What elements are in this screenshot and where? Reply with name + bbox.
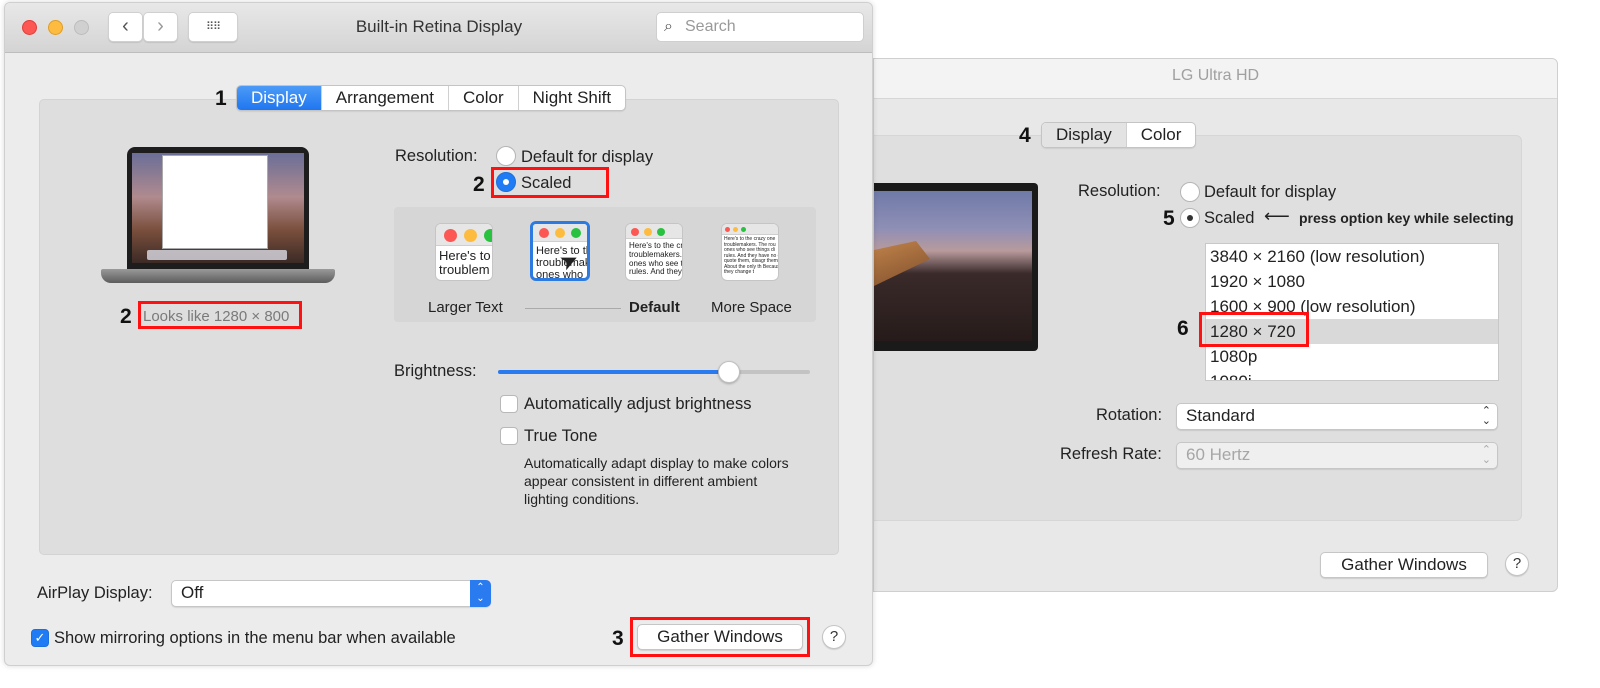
- auto-brightness-checkbox[interactable]: [500, 395, 518, 413]
- help-button[interactable]: ?: [1505, 552, 1529, 576]
- stepper-chevrons-icon: ⌃ ⌄: [470, 580, 491, 607]
- search-icon: ⌕: [664, 18, 673, 35]
- search-placeholder: Search: [685, 18, 736, 35]
- resolution-item[interactable]: 1600 × 900 (low resolution): [1206, 294, 1498, 319]
- airplay-display-select[interactable]: Off ⌃ ⌄: [171, 580, 491, 607]
- scale-option-more-space[interactable]: Here's to the crazy one troublemakers. T…: [721, 223, 779, 281]
- airplay-display-value: Off: [181, 583, 204, 602]
- brightness-label: Brightness:: [394, 362, 477, 380]
- true-tone-description: Automatically adapt display to make colo…: [524, 455, 789, 507]
- gather-windows-button[interactable]: Gather Windows: [637, 624, 803, 650]
- auto-brightness-label: Automatically adjust brightness: [524, 395, 752, 413]
- callout-4: 4: [1019, 124, 1031, 147]
- brightness-fill: [498, 370, 729, 374]
- stepper-chevrons-icon: ⌃ ⌄: [1481, 405, 1491, 427]
- tab-night-shift[interactable]: Night Shift: [519, 86, 625, 110]
- resolution-label: Resolution:: [395, 147, 478, 165]
- looks-like-label: Looks like 1280 × 800: [143, 308, 290, 325]
- resolution-item[interactable]: 1080i: [1206, 369, 1498, 380]
- scale-option-default[interactable]: Here's to the cr troublemakers. ones who…: [625, 223, 683, 281]
- tab-arrangement[interactable]: Arrangement: [322, 86, 450, 110]
- mirroring-label: Show mirroring options in the menu bar w…: [54, 629, 456, 647]
- resolution-item[interactable]: 3840 × 2160 (low resolution): [1206, 244, 1498, 269]
- title-bar: LG Ultra HD: [874, 59, 1557, 99]
- radio-default-for-display[interactable]: [496, 146, 516, 166]
- laptop-image: [127, 147, 309, 269]
- callout-1: 1: [215, 87, 227, 110]
- brightness-knob[interactable]: [717, 361, 740, 383]
- scale-option-larger-text[interactable]: Here's to troublem: [435, 223, 493, 281]
- callout-3: 3: [612, 627, 624, 650]
- tab-color[interactable]: Color: [449, 86, 519, 110]
- callout-6: 6: [1177, 317, 1189, 340]
- window-title: LG Ultra HD: [1171, 67, 1260, 84]
- tab-display[interactable]: Display: [1042, 123, 1127, 147]
- radio-scaled[interactable]: [496, 172, 516, 192]
- monitor-image: [874, 183, 1038, 351]
- radio-scaled[interactable]: [1180, 208, 1200, 228]
- true-tone-checkbox[interactable]: [500, 427, 518, 445]
- resolution-item-selected[interactable]: 1280 × 720: [1206, 319, 1498, 344]
- radio-default-label: Default for display: [521, 148, 654, 166]
- mirroring-checkbox[interactable]: ✓: [31, 629, 49, 647]
- resolution-list[interactable]: 3840 × 2160 (low resolution) 1920 × 1080…: [1205, 243, 1499, 381]
- airplay-display-label: AirPlay Display:: [37, 584, 153, 602]
- help-button[interactable]: ?: [822, 625, 846, 649]
- search-field[interactable]: ⌕ Search: [656, 12, 864, 42]
- arrow-left-icon: ⟵: [1264, 206, 1290, 226]
- true-tone-label: True Tone: [524, 427, 598, 445]
- stepper-chevrons-icon: ⌃ ⌄: [1481, 444, 1491, 466]
- rotation-select[interactable]: Standard ⌃ ⌄: [1176, 403, 1498, 430]
- rotation-value: Standard: [1186, 406, 1255, 425]
- refresh-rate-value: 60 Hertz: [1186, 445, 1251, 464]
- radio-scaled-label: Scaled: [1204, 209, 1255, 227]
- resolution-item[interactable]: 1080p: [1206, 344, 1498, 369]
- callout-5: 5: [1163, 207, 1175, 230]
- lg-ultra-hd-window: LG Ultra HD 4 Display Color Resolution: …: [873, 58, 1558, 592]
- radio-default-label: Default for display: [1204, 183, 1337, 201]
- default-label: Default: [629, 299, 680, 316]
- rotation-label: Rotation:: [1096, 406, 1163, 424]
- gather-windows-button[interactable]: Gather Windows: [1320, 552, 1488, 578]
- tab-display[interactable]: Display: [237, 86, 322, 110]
- laptop-base: [101, 269, 335, 283]
- resolution-item[interactable]: 1920 × 1080: [1206, 269, 1498, 294]
- tab-color[interactable]: Color: [1127, 123, 1196, 147]
- annotation-text: press option key while selecting: [1299, 210, 1514, 226]
- tab-bar: Display Color: [1041, 122, 1197, 148]
- more-space-label: More Space: [711, 299, 792, 316]
- tab-bar: Display Arrangement Color Night Shift: [236, 85, 627, 111]
- refresh-rate-select[interactable]: 60 Hertz ⌃ ⌄: [1176, 442, 1498, 469]
- callout-2: 2: [120, 305, 132, 328]
- checkmark-icon: ✓: [34, 630, 46, 645]
- built-in-display-window: ‹ › ⠿⠿ Built-in Retina Display ⌕ Search …: [4, 2, 873, 666]
- scale-divider: [525, 308, 621, 309]
- callout-2b: 2: [473, 173, 485, 196]
- brightness-slider[interactable]: [498, 361, 810, 383]
- larger-text-label: Larger Text: [428, 299, 503, 316]
- radio-scaled-label: Scaled: [521, 174, 572, 192]
- radio-default-for-display[interactable]: [1180, 182, 1200, 202]
- refresh-rate-label: Refresh Rate:: [1060, 445, 1162, 463]
- title-bar: ‹ › ⠿⠿ Built-in Retina Display ⌕ Search: [5, 3, 872, 53]
- resolution-label: Resolution:: [1078, 182, 1161, 200]
